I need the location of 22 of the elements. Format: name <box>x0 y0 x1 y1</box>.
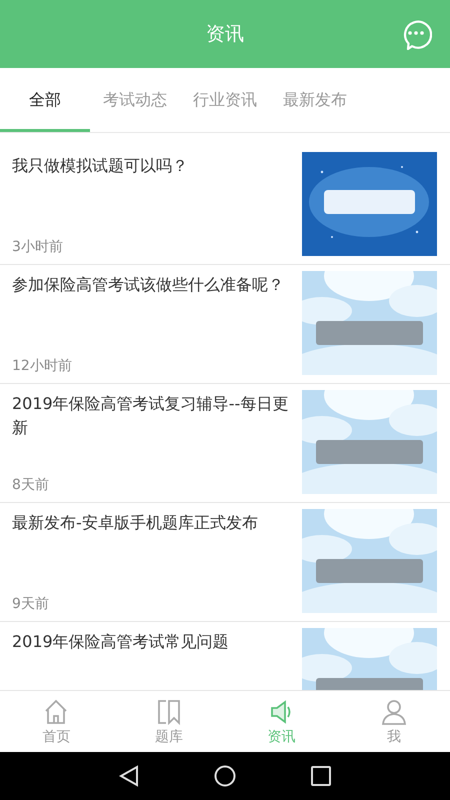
article-title[interactable]: 2019年保险高管考试常见问题 <box>12 630 292 654</box>
nav-tab[interactable]: 我 <box>338 691 450 752</box>
category-tab[interactable]: 考试动态 <box>90 68 180 132</box>
category-tab[interactable]: 最新发布 <box>270 68 360 132</box>
article-title[interactable]: 最新发布-安卓版手机题库正式发布 <box>12 511 292 535</box>
nav-tab[interactable]: 题库 <box>112 691 225 752</box>
home-circle-icon[interactable] <box>214 765 236 787</box>
article-time: 12小时前 <box>12 357 73 375</box>
article-title[interactable]: 2019年保险高管考试复习辅导--每日更新 <box>12 392 292 440</box>
back-icon[interactable] <box>119 765 139 787</box>
article-time: 8天前 <box>12 476 50 494</box>
recents-icon[interactable] <box>311 766 331 786</box>
article-title[interactable]: 参加保险高管考试该做些什么准备呢？ <box>12 273 292 297</box>
category-tab[interactable]: 行业资讯 <box>180 68 270 132</box>
nav-tab[interactable]: 首页 <box>0 691 112 752</box>
article-time: 9天前 <box>12 595 50 613</box>
nav-tab[interactable]: 资讯 <box>225 691 338 752</box>
page-title: 资讯 <box>206 22 244 47</box>
user-icon <box>380 698 408 726</box>
article-time: 3小时前 <box>12 238 64 256</box>
category-tab[interactable]: 全部 <box>0 68 90 132</box>
article-title[interactable]: 我只做模拟试题可以吗？ <box>12 154 292 178</box>
